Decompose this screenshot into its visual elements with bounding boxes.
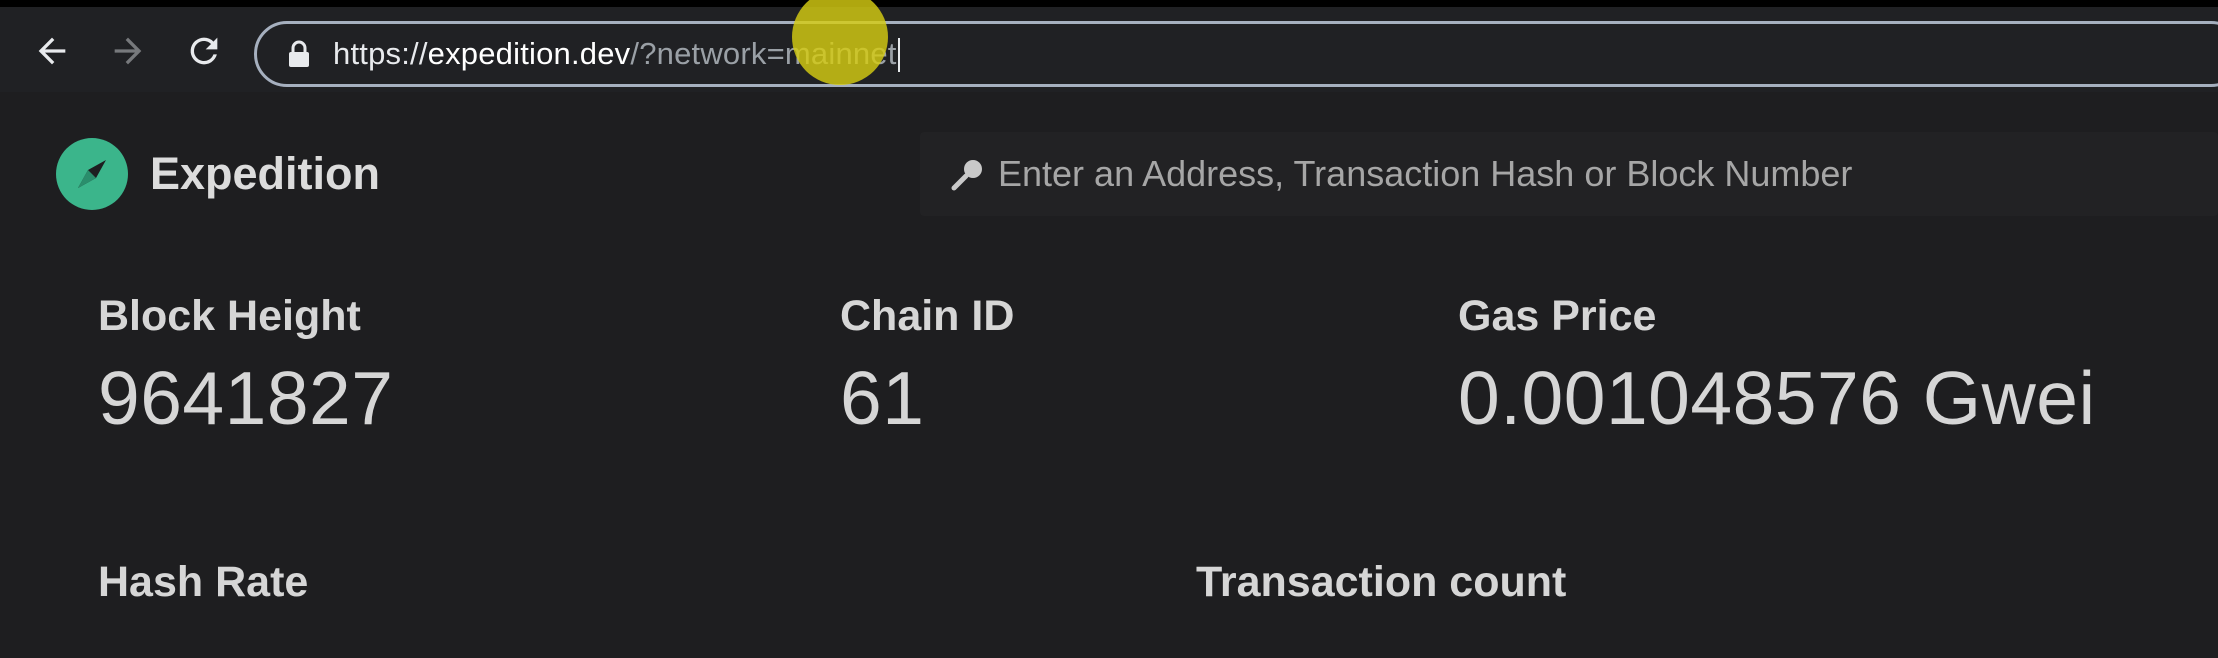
arrow-right-icon	[114, 37, 142, 65]
lock-icon	[287, 39, 311, 69]
search-input[interactable]	[998, 144, 2218, 204]
stat-gas-price: Gas Price 0.001048576 Gwei	[1458, 292, 2096, 441]
stat-value: 9641827	[98, 356, 394, 440]
url-path: /?network=mainnet	[630, 35, 897, 71]
stat-label: Gas Price	[1458, 292, 1657, 340]
stat-chain-id: Chain ID 61	[840, 292, 1014, 441]
reload-button[interactable]	[182, 29, 226, 73]
stat-value: 61	[840, 356, 925, 440]
text-caret	[897, 38, 900, 73]
forward-button[interactable]	[106, 29, 150, 73]
back-button[interactable]	[30, 29, 74, 73]
stat-label: Transaction count	[1196, 558, 1567, 606]
stat-value: 0.001048576 Gwei	[1458, 356, 2096, 440]
arrow-left-icon	[38, 37, 66, 65]
app-header: Expedition	[0, 92, 2218, 256]
url-host: expedition.dev	[427, 35, 631, 71]
stat-transaction-count: Transaction count	[1196, 558, 1566, 607]
stat-hash-rate: Hash Rate	[98, 558, 308, 607]
compass-icon[interactable]	[56, 138, 128, 210]
stat-label: Hash Rate	[98, 558, 309, 606]
stat-block-height: Block Height 9641827	[98, 292, 393, 441]
stat-label: Chain ID	[840, 292, 1015, 340]
url-text[interactable]: https://expedition.dev/?network=mainnet	[333, 36, 900, 73]
address-bar[interactable]: https://expedition.dev/?network=mainnet	[254, 21, 2218, 87]
stat-label: Block Height	[98, 292, 361, 340]
reload-icon	[190, 37, 218, 65]
search-bar[interactable]	[920, 132, 2218, 216]
url-scheme: https://	[333, 35, 428, 71]
search-icon	[951, 160, 982, 191]
app-title[interactable]: Expedition	[150, 148, 380, 200]
browser-toolbar: https://expedition.dev/?network=mainnet	[0, 0, 2218, 92]
